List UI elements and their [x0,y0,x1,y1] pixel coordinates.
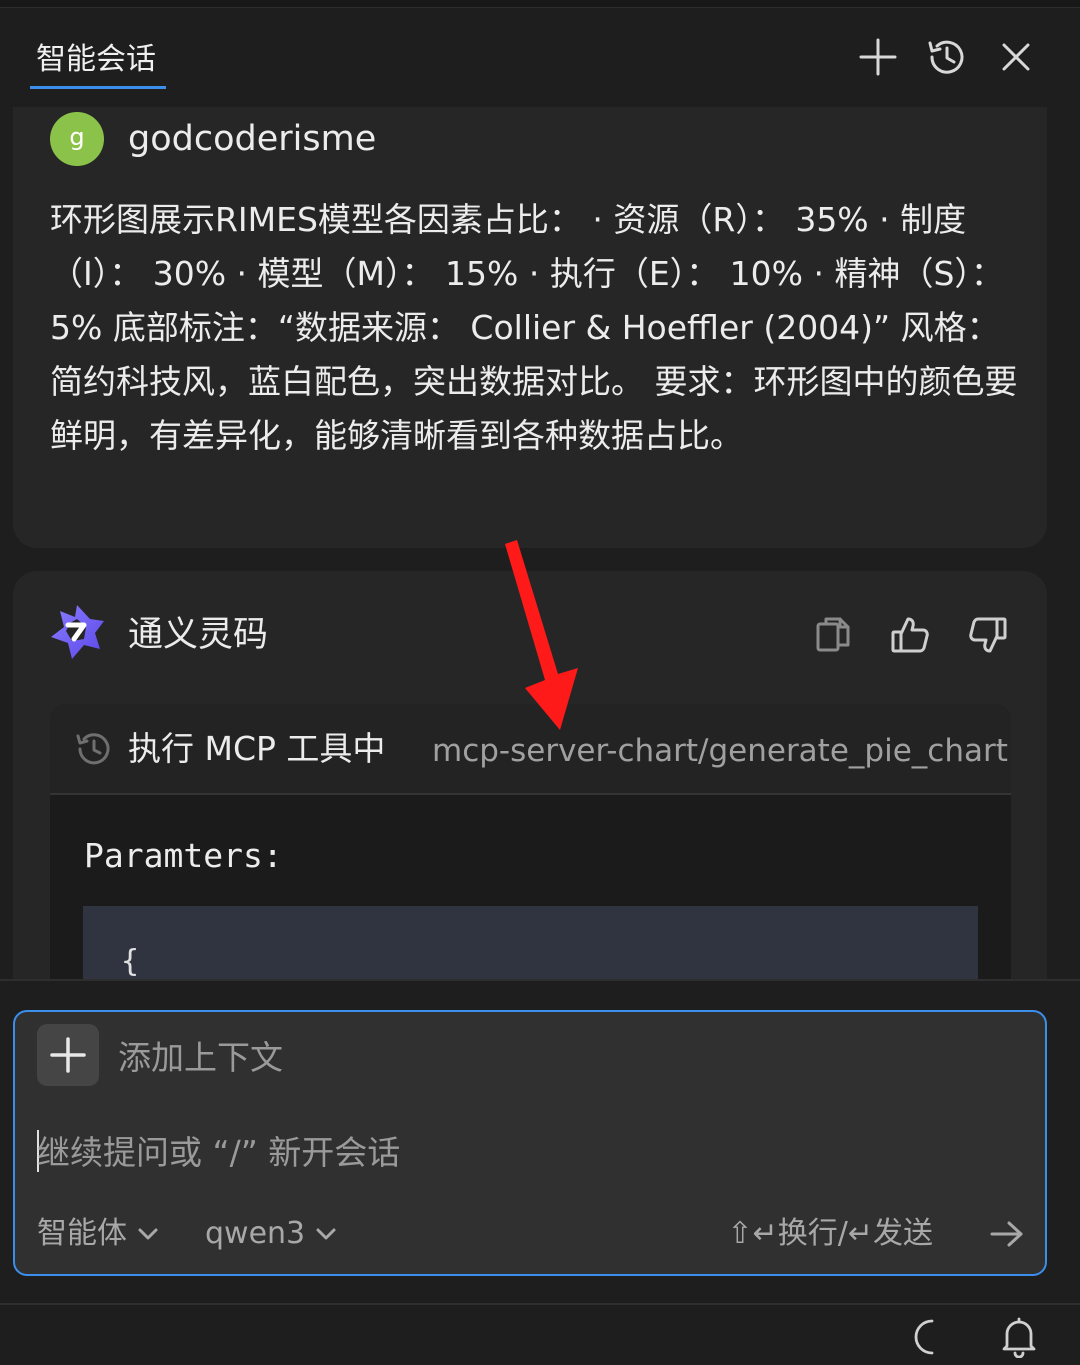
thumbs-down-icon [969,617,1007,653]
prompt-input[interactable] [37,1124,997,1180]
add-context-button[interactable] [37,1024,99,1086]
add-context-label[interactable]: 添加上下文 [118,1036,283,1080]
window-top-border [0,0,1080,8]
keyboard-hint: ⇧↵换行/↵发送 [727,1216,933,1251]
bell-icon [1002,1317,1036,1358]
tongyi-lingma-logo-icon [51,605,104,659]
code-line: { [121,944,140,979]
mode-label: 智能体 [37,1216,127,1251]
dislike-button[interactable] [966,613,1010,657]
tab-label: 智能会话 [36,42,156,77]
close-button[interactable] [990,31,1042,83]
username: godcoderisme [128,119,377,159]
arrow-right-icon [990,1221,1023,1247]
chat-input-area: 添加上下文 智能体 qwen3 ⇧↵换行/↵发送 [0,979,1080,1303]
chevron-down-icon [316,1228,336,1240]
plus-icon [859,38,897,76]
model-label: qwen3 [205,1216,306,1251]
panel-header: 智能会话 [0,9,1080,107]
input-footer: 智能体 qwen3 ⇧↵换行/↵发送 [37,1212,1027,1256]
model-selector[interactable]: qwen3 [205,1212,337,1256]
annotation-arrow-icon [505,540,578,730]
moon-icon [914,1319,934,1355]
avatar: g [50,112,104,166]
history-button[interactable] [921,31,973,83]
params-code-block: { [83,906,978,981]
user-message-text: 环形图展示RIMES模型各因素占比： · 资源（R）： 35% · 制度（I）：… [50,200,1018,455]
mode-selector[interactable]: 智能体 [37,1212,159,1256]
plus-icon [50,1037,86,1073]
like-button[interactable] [888,613,932,657]
assistant-name: 通义灵码 [128,615,269,655]
thumbs-up-icon [891,617,929,653]
tab-active-indicator [30,86,166,89]
copy-button[interactable] [811,613,855,657]
close-icon [1002,43,1030,71]
tab-smart-chat[interactable]: 智能会话 [30,31,166,89]
chevron-down-icon [138,1228,158,1240]
notifications-button[interactable] [997,1315,1041,1359]
history-icon [928,40,964,74]
new-chat-button[interactable] [852,31,904,83]
mcp-tool-call-block: 执行 MCP 工具中 mcp-server-chart/generate_pie… [50,704,1011,981]
copy-icon [816,617,850,652]
chat-input-box: 添加上下文 智能体 qwen3 ⇧↵换行/↵发送 [13,1010,1047,1276]
status-bar [0,1303,1080,1365]
params-label: Paramters: [84,836,283,875]
user-message-card: g godcoderisme 环形图展示RIMES模型各因素占比： · 资源（R… [13,107,1047,548]
send-button[interactable] [987,1214,1027,1254]
tool-call-title: 执行 MCP 工具中 [128,729,386,768]
theme-toggle-button[interactable] [904,1315,948,1359]
history-icon [76,733,110,765]
